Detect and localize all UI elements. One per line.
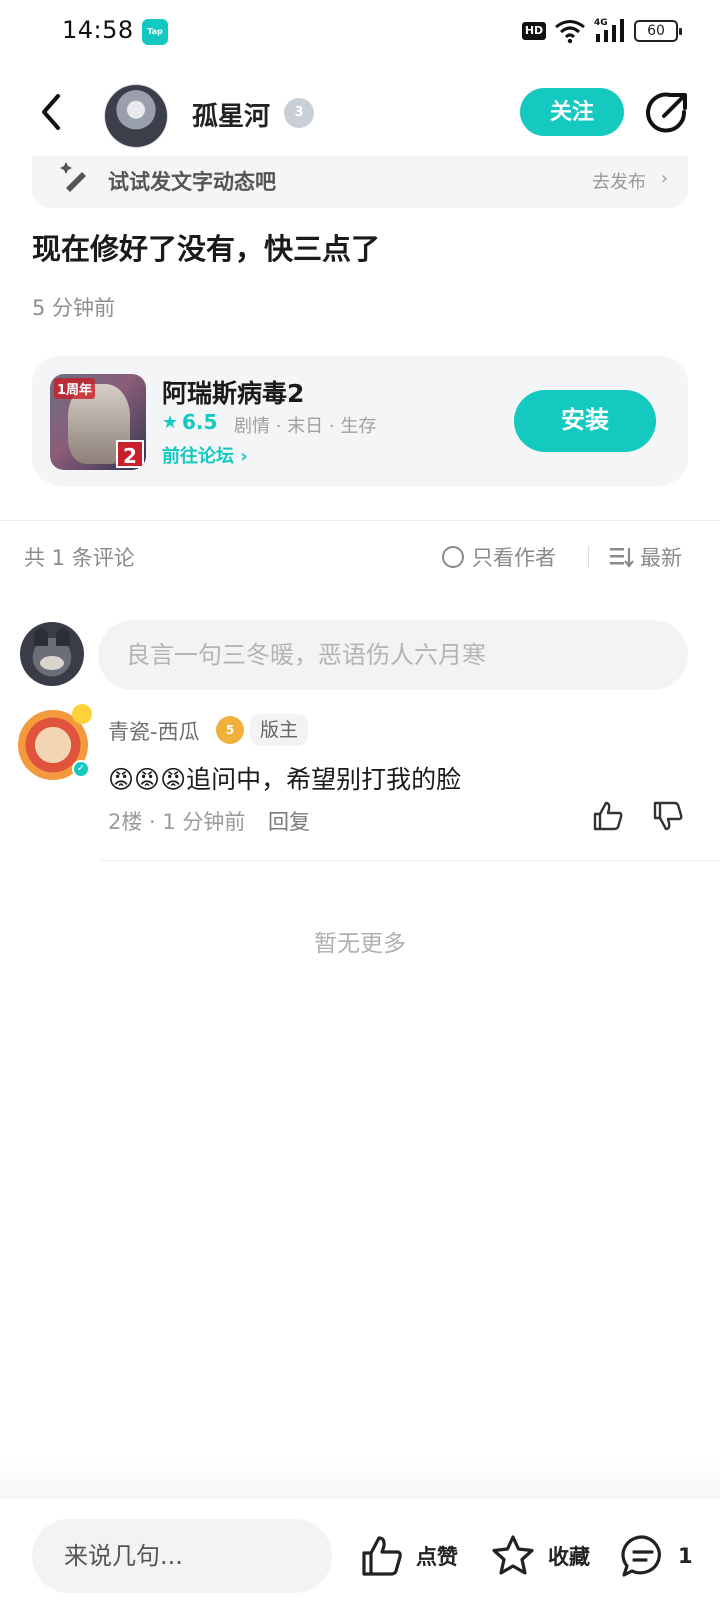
- star-icon: ★: [162, 412, 179, 433]
- comment-count-label: 1: [678, 1544, 693, 1568]
- signal-icon: 4G: [594, 18, 624, 42]
- author-name[interactable]: 孤星河: [192, 96, 270, 133]
- thumbs-down-icon[interactable]: [652, 800, 684, 832]
- comment-body: 😡😡😡追问中，希望别打我的脸: [108, 765, 462, 794]
- toolbar-divider: [588, 546, 589, 568]
- comment-meta: 2楼 · 1 分钟前: [108, 810, 246, 834]
- battery-icon: 60: [634, 20, 682, 42]
- sort-latest-button[interactable]: 最新: [640, 542, 682, 572]
- like-button[interactable]: 点赞: [360, 1533, 458, 1579]
- publish-link[interactable]: 去发布: [592, 168, 646, 194]
- commenter-name[interactable]: 青瓷-西瓜: [108, 716, 200, 746]
- sort-icon[interactable]: [610, 546, 634, 568]
- game-icon-number: 2: [116, 440, 144, 468]
- avatar-ear: [34, 628, 48, 646]
- comment-count: 共 1 条评论: [24, 546, 135, 570]
- forum-link[interactable]: 前往论坛 ›: [162, 442, 248, 468]
- bottom-comment-input[interactable]: [32, 1519, 332, 1593]
- comment-bubble-icon: [621, 1535, 661, 1577]
- network-label: 4G: [594, 18, 608, 28]
- comments-button[interactable]: 1: [620, 1533, 693, 1579]
- commenter-level-badge: 5: [216, 716, 244, 744]
- game-card[interactable]: 1周年 2 阿瑞斯病毒2 ★ 6.5 剧情 · 末日 · 生存 前往论坛 › 安…: [32, 356, 688, 486]
- post-text: 现在修好了没有，快三点了: [32, 232, 381, 266]
- moderator-badge: 版主: [250, 714, 309, 746]
- share-icon[interactable]: [644, 90, 690, 136]
- bottom-action-bar: 点赞 收藏 1: [0, 1459, 720, 1612]
- game-rating: 6.5: [182, 410, 218, 434]
- commenter-avatar[interactable]: ✓: [18, 704, 92, 780]
- author-only-radio-icon[interactable]: [442, 546, 464, 568]
- tap-app-icon: Tap: [142, 19, 168, 45]
- post-prompt-bar[interactable]: 试试发文字动态吧 去发布 ›: [32, 156, 688, 208]
- thumbs-up-icon: [362, 1536, 402, 1576]
- game-icon[interactable]: 1周年 2: [50, 374, 146, 470]
- thumbs-up-icon[interactable]: [592, 800, 624, 832]
- my-avatar: [20, 622, 84, 686]
- chevron-right-icon: ›: [240, 446, 248, 467]
- post-header: 孤星河 3 关注: [0, 76, 720, 152]
- section-divider: [0, 520, 720, 521]
- game-tags: 剧情 · 末日 · 生存: [234, 416, 377, 437]
- no-more-text: 暂无更多: [314, 931, 406, 957]
- hd-icon: HD: [522, 22, 546, 40]
- bottom-shade: [0, 1459, 720, 1499]
- comment-divider: [100, 860, 720, 861]
- author-avatar[interactable]: [104, 84, 168, 148]
- comment-input[interactable]: [98, 620, 688, 690]
- chevron-right-icon: ›: [660, 168, 668, 189]
- forum-link-label: 前往论坛: [162, 446, 234, 467]
- status-bar: 14:58 Tap HD 4G 60: [0, 0, 720, 64]
- pen-sparkle-icon: [60, 162, 86, 192]
- post-time: 5 分钟前: [32, 296, 116, 320]
- post-prompt-text: 试试发文字动态吧: [108, 170, 276, 194]
- avatar-ear: [56, 628, 70, 646]
- avatar-decoration: [72, 704, 92, 724]
- verified-icon: ✓: [72, 760, 90, 778]
- author-only-toggle[interactable]: 只看作者: [472, 542, 556, 572]
- author-level-badge: 3: [284, 98, 314, 128]
- reply-button[interactable]: 回复: [268, 806, 310, 836]
- star-outline-icon: [492, 1535, 534, 1575]
- anniversary-label: 1周年: [54, 378, 96, 399]
- avatar-snout: [40, 656, 64, 670]
- favorite-button[interactable]: 收藏: [490, 1533, 590, 1579]
- favorite-label: 收藏: [548, 1545, 590, 1569]
- wifi-icon: [555, 20, 585, 44]
- comment-item: ✓ 青瓷-西瓜 5 版主 😡😡😡追问中，希望别打我的脸 2楼 · 1 分钟前 回…: [0, 704, 720, 860]
- status-time: 14:58: [62, 16, 134, 44]
- back-arrow-icon[interactable]: [36, 92, 66, 132]
- comments-toolbar: 共 1 条评论 只看作者 最新: [0, 538, 720, 578]
- game-title[interactable]: 阿瑞斯病毒2: [162, 374, 304, 410]
- follow-button[interactable]: 关注: [520, 88, 624, 136]
- like-label: 点赞: [416, 1545, 458, 1569]
- install-button[interactable]: 安装: [514, 390, 656, 452]
